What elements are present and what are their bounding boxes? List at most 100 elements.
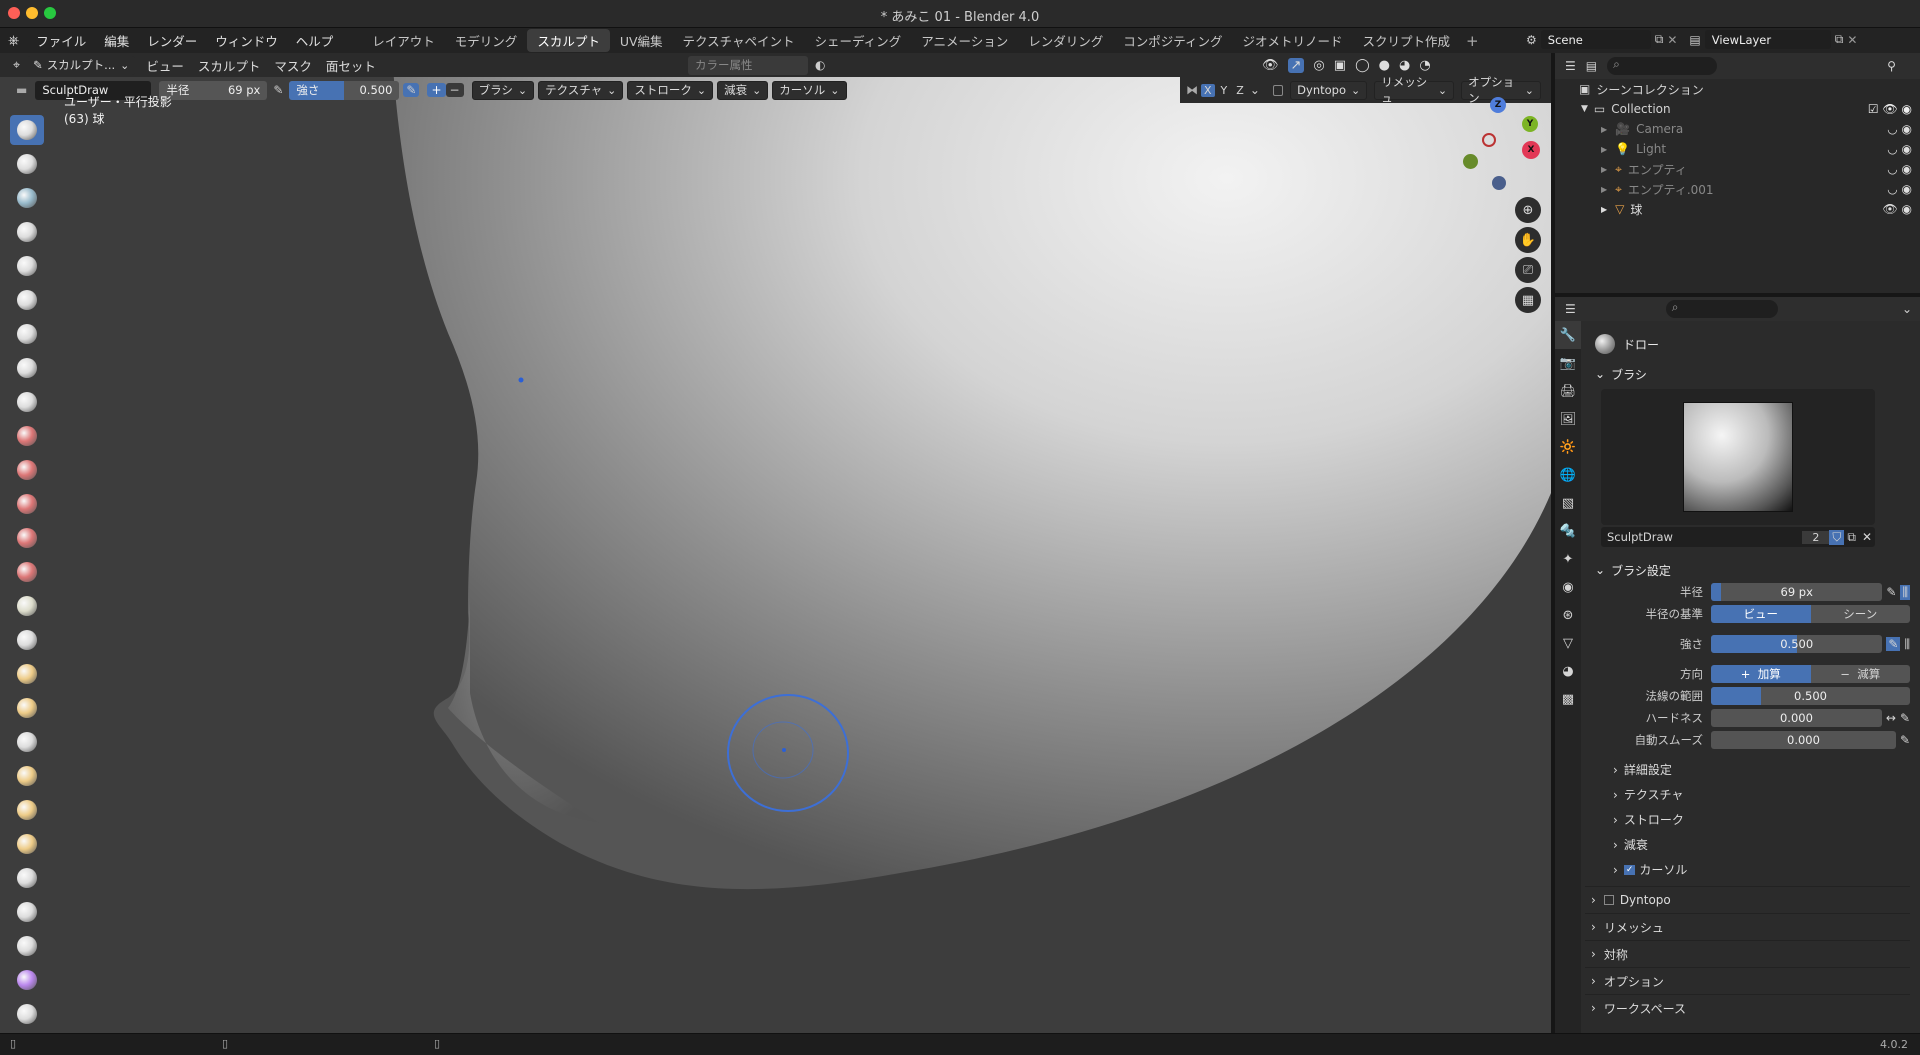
- expand-icon[interactable]: ▶: [1601, 185, 1607, 194]
- brush-panel-header[interactable]: ⌄ ブラシ: [1595, 363, 1910, 385]
- sculpt-tool-9[interactable]: [10, 387, 44, 417]
- outliner-item-row[interactable]: ▶ 🎥 Camera ◡ ◉: [1555, 119, 1920, 139]
- render-tab-icon[interactable]: 📷: [1555, 349, 1581, 377]
- subpanel-1[interactable]: › テクスチャ: [1595, 782, 1910, 807]
- menu-window[interactable]: ウィンドウ: [206, 31, 287, 50]
- sculpt-tool-7[interactable]: [10, 319, 44, 349]
- sculpt-tool-6[interactable]: [10, 285, 44, 315]
- rendered-shading-icon[interactable]: ◔: [1419, 58, 1430, 73]
- sculpt-tool-17[interactable]: [10, 659, 44, 689]
- delete-view-layer-icon[interactable]: ✕: [1847, 33, 1857, 47]
- workspace-tab-7[interactable]: レンダリング: [1018, 29, 1113, 52]
- sculpt-tool-3[interactable]: [10, 183, 44, 213]
- collection-row[interactable]: ▼ ▭ Collection ☑ 👁 ◉: [1555, 99, 1920, 119]
- view-layer-icon[interactable]: ▤: [1689, 33, 1700, 47]
- brush-dropdown[interactable]: ブラシ: [471, 80, 535, 100]
- sculpt-tool-10[interactable]: [10, 421, 44, 451]
- strength-field[interactable]: 強さ 0.500: [289, 80, 400, 100]
- visibility-icons[interactable]: ◡ ◉: [1887, 122, 1912, 136]
- scene-icon[interactable]: ⚙: [1526, 33, 1537, 47]
- solid-shading-icon[interactable]: ●: [1379, 58, 1390, 73]
- fake-user-icon[interactable]: ⛉: [1829, 529, 1845, 545]
- remesh-dropdown[interactable]: リメッシュ: [1374, 75, 1455, 105]
- expand-icon[interactable]: ▶: [1601, 165, 1607, 174]
- sculpt-tool-26[interactable]: [10, 965, 44, 995]
- visibility-icons[interactable]: ◡ ◉: [1887, 142, 1912, 156]
- expand-icon[interactable]: ▼: [1581, 104, 1588, 114]
- falloff-dropdown[interactable]: 減衰: [717, 80, 769, 100]
- strength-pressure-icon[interactable]: ✎: [1886, 637, 1901, 651]
- menu-face-sets[interactable]: 面セット: [319, 54, 383, 77]
- hardness-invert-icon[interactable]: ↔: [1886, 711, 1896, 725]
- dyntopo-dropdown[interactable]: Dyntopo: [1290, 80, 1368, 100]
- direction-subtract-button[interactable]: − 減算: [1810, 665, 1910, 683]
- sculpt-tool-23[interactable]: [10, 863, 44, 893]
- gizmo-x-axis[interactable]: X: [1522, 141, 1540, 159]
- outliner-item-row[interactable]: ▶ ⌖ エンプティ ◡ ◉: [1555, 159, 1920, 179]
- sculpt-tool-1[interactable]: [10, 115, 44, 145]
- view-layer-field[interactable]: ViewLayer: [1704, 30, 1831, 49]
- workspace-tab-1[interactable]: モデリング: [445, 29, 528, 52]
- filter-icon[interactable]: ⚲: [1887, 59, 1896, 73]
- workspace-tab-5[interactable]: シェーディング: [805, 29, 912, 52]
- brush-preview-box[interactable]: [1601, 389, 1875, 525]
- object-tab-icon[interactable]: ▧: [1555, 489, 1581, 517]
- sculpt-tool-13[interactable]: [10, 523, 44, 553]
- properties-search-input[interactable]: ⌕: [1665, 300, 1778, 318]
- shading-options-icon[interactable]: ◐: [815, 58, 825, 72]
- gizmo-toggle-icon[interactable]: ↗: [1287, 57, 1305, 73]
- direction-add-button[interactable]: + 加算: [1711, 665, 1811, 683]
- gizmo-z-axis[interactable]: Z: [1490, 97, 1506, 113]
- scene-collection-row[interactable]: ▣ シーンコレクション: [1555, 79, 1920, 99]
- radius-unit-view-button[interactable]: ビュー: [1711, 605, 1811, 623]
- radius-unit-scene-button[interactable]: シーン: [1810, 605, 1910, 623]
- scene-name-field[interactable]: Scene: [1540, 30, 1651, 49]
- menu-view[interactable]: ビュー: [139, 54, 191, 77]
- menu-file[interactable]: ファイル: [27, 31, 95, 50]
- menu-render[interactable]: レンダー: [138, 31, 206, 50]
- subpanel-2[interactable]: › ストローク: [1595, 807, 1910, 832]
- unlink-brush-icon[interactable]: ✕: [1859, 530, 1875, 544]
- sculpt-tool-27[interactable]: [10, 999, 44, 1029]
- new-view-layer-icon[interactable]: ⧉: [1835, 32, 1844, 47]
- strength-unit-icon[interactable]: ⫼: [1904, 637, 1910, 652]
- mode-selector[interactable]: ✎ スカルプト...: [27, 55, 136, 75]
- outliner-item-row[interactable]: ▶ ▽ 球 👁 ◉: [1555, 199, 1920, 219]
- mirror-y-button[interactable]: Y: [1218, 84, 1231, 97]
- collapsed-panel-4[interactable]: › ワークスペース: [1585, 994, 1910, 1021]
- display-mode-icon[interactable]: ▤: [1586, 59, 1597, 73]
- expand-icon[interactable]: ▶: [1601, 205, 1607, 214]
- data-tab-icon[interactable]: ▽: [1555, 629, 1581, 657]
- collection-visibility-icons[interactable]: ☑ 👁 ◉: [1868, 102, 1912, 116]
- cursor-dropdown[interactable]: カーソル: [772, 80, 847, 100]
- texture-dropdown[interactable]: テクスチャ: [538, 80, 624, 100]
- blender-logo-icon[interactable]: ⎈: [8, 33, 19, 49]
- gizmo-neg-y[interactable]: [1463, 154, 1478, 169]
- delete-scene-icon[interactable]: ✕: [1667, 33, 1677, 47]
- menu-mask[interactable]: マスク: [267, 54, 319, 77]
- material-tab-icon[interactable]: ◕: [1555, 657, 1581, 685]
- collapsed-panel-1[interactable]: › リメッシュ: [1585, 913, 1910, 940]
- workspace-tab-9[interactable]: ジオメトリノード: [1232, 29, 1352, 52]
- tool-tab-icon[interactable]: 🔧: [1555, 321, 1581, 349]
- auto-smooth-pressure-icon[interactable]: ✎: [1900, 733, 1910, 747]
- symmetry-options-icon[interactable]: ⌄: [1250, 83, 1260, 97]
- pressure-strength-icon[interactable]: ✎: [403, 83, 420, 97]
- radius-unit-icon[interactable]: ⫼: [1900, 584, 1910, 600]
- subpanel-4[interactable]: › ✓ カーソル: [1595, 857, 1910, 882]
- sculpt-tool-18[interactable]: [10, 693, 44, 723]
- sculpt-tool-4[interactable]: [10, 217, 44, 247]
- workspace-tab-8[interactable]: コンポジティング: [1113, 29, 1232, 52]
- visibility-icon[interactable]: 👁: [1262, 58, 1279, 73]
- mirror-z-button[interactable]: Z: [1233, 84, 1247, 97]
- sculpt-tool-20[interactable]: [10, 761, 44, 791]
- new-scene-icon[interactable]: ⧉: [1655, 32, 1664, 47]
- menu-edit[interactable]: 編集: [95, 31, 138, 50]
- sculpt-tool-19[interactable]: [10, 727, 44, 757]
- cursor-checkbox[interactable]: ✓: [1623, 864, 1636, 875]
- dyntopo-panel-checkbox[interactable]: [1603, 895, 1614, 905]
- constraints-tab-icon[interactable]: ⊛: [1555, 601, 1581, 629]
- outliner-editor-icon[interactable]: ☰: [1565, 59, 1576, 73]
- pan-icon[interactable]: ✋: [1515, 227, 1541, 253]
- color-attribute-field[interactable]: カラー属性: [688, 55, 808, 75]
